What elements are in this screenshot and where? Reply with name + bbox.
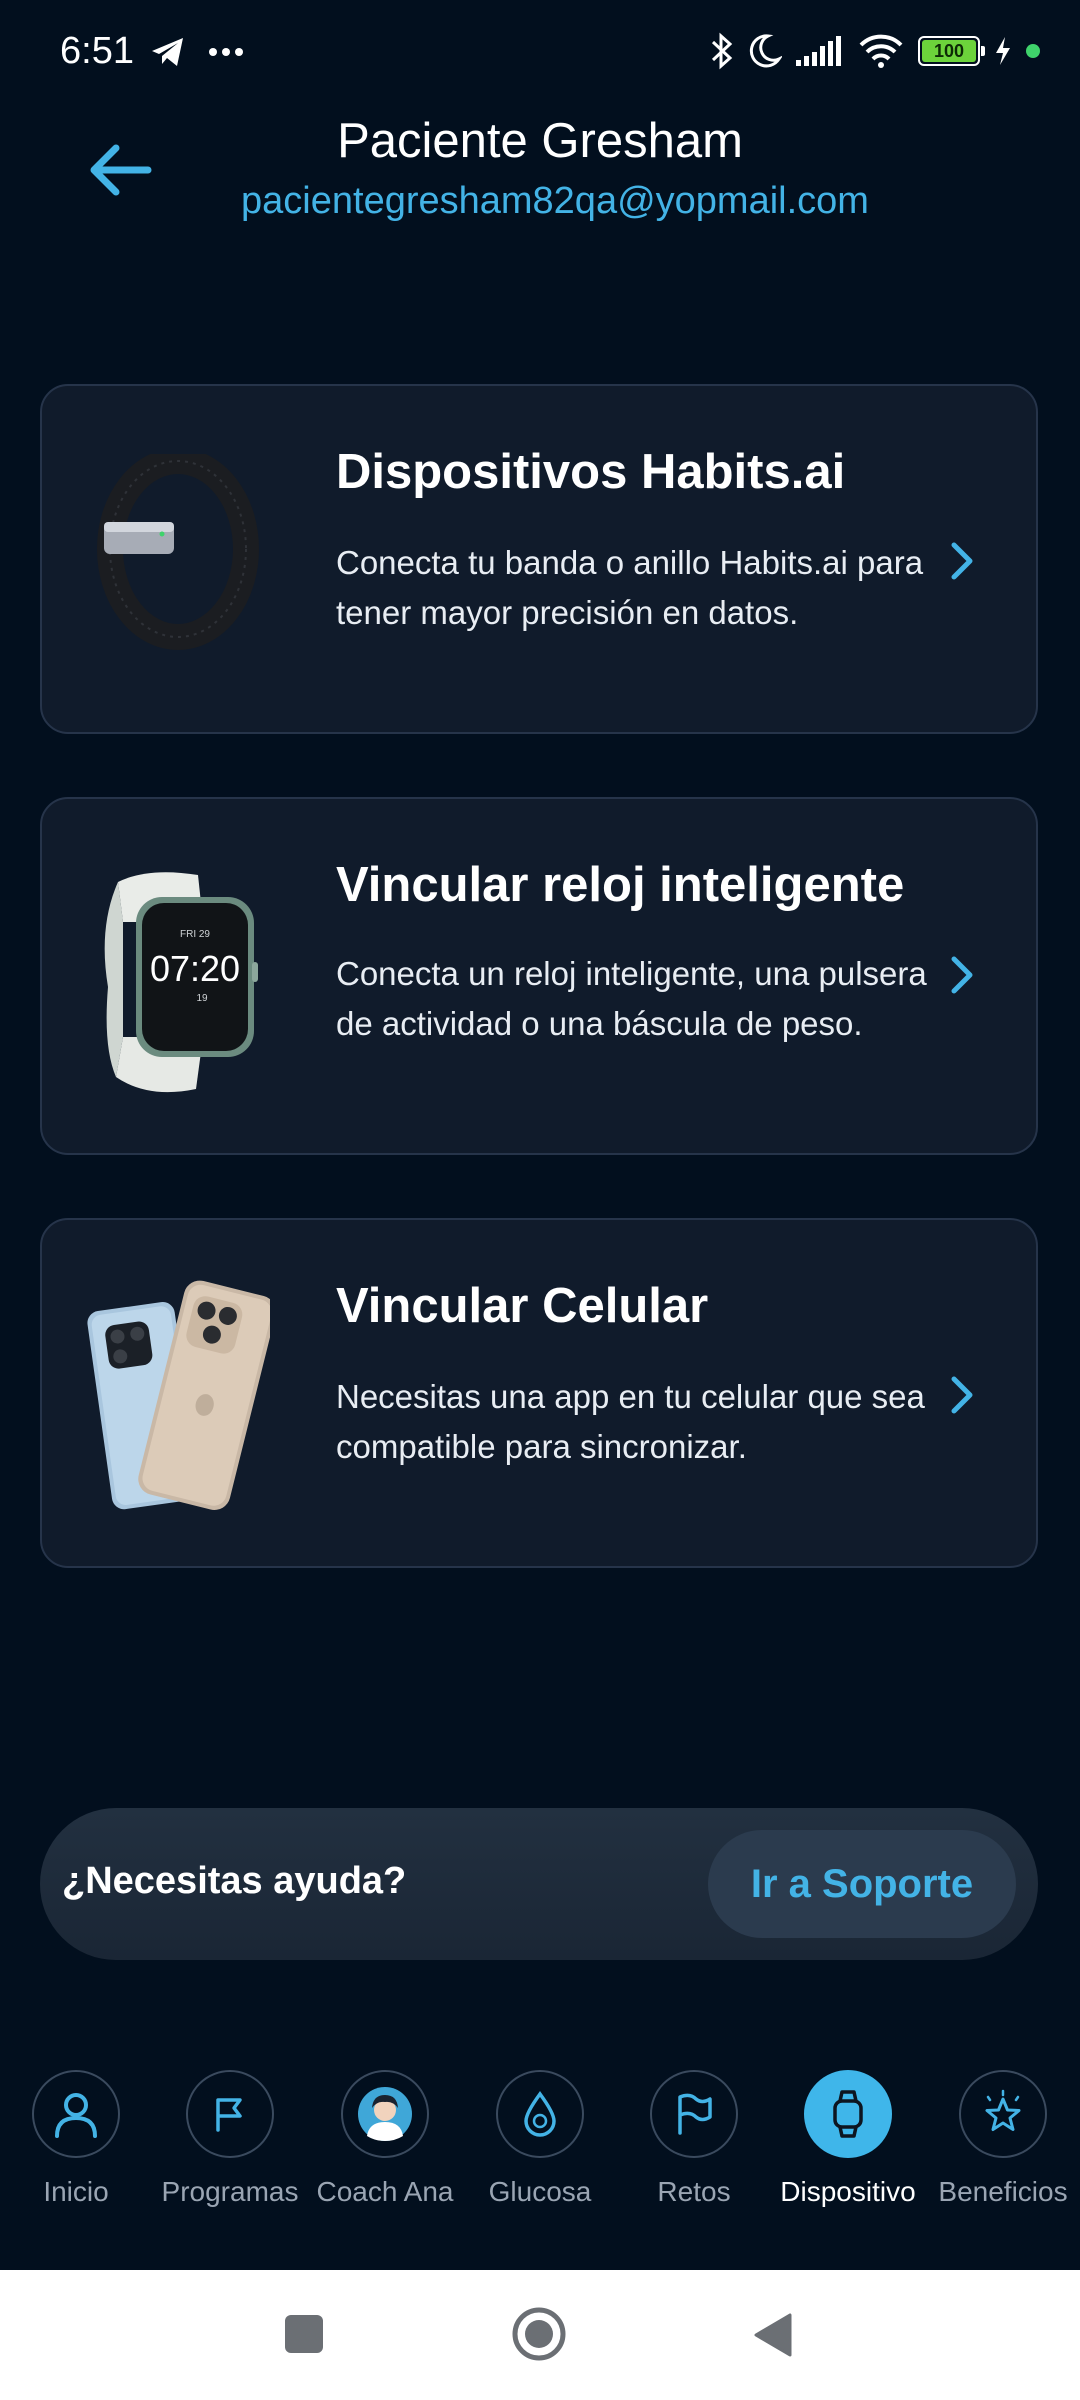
habits-band-image: [80, 448, 260, 659]
smartwatch-card[interactable]: FRI 29 07:20 19 Vincular reloj inteligen…: [40, 797, 1038, 1155]
nav-icon-container: [959, 2070, 1047, 2158]
patient-name: Paciente Gresham: [337, 114, 743, 168]
star-icon: [985, 2089, 1021, 2131]
watch-icon: [833, 2090, 863, 2138]
telegram-icon: [152, 38, 183, 66]
bluetooth-icon: [711, 32, 733, 70]
flag-icon: [216, 2098, 242, 2132]
nav-item-beneficios[interactable]: Beneficios: [928, 2068, 1078, 2208]
nav-label: Beneficios: [938, 2176, 1068, 2207]
more-dots-icon: [209, 48, 243, 56]
chevron-right-icon: [951, 1376, 973, 1414]
card-description: Conecta tu banda o anillo Habits.ai para…: [336, 544, 924, 631]
nav-item-retos[interactable]: Retos: [619, 2068, 769, 2208]
help-text: ¿Necesitas ayuda?: [62, 1860, 407, 1902]
nav-icon-container: [32, 2070, 120, 2158]
card-description: Conecta un reloj inteligente, una pulser…: [336, 955, 927, 1042]
habits-devices-card[interactable]: Dispositivos Habits.ai Conecta tu banda …: [40, 384, 1038, 734]
phone-card[interactable]: Vincular Celular Necesitas una app en tu…: [40, 1218, 1038, 1568]
nav-label: Retos: [657, 2176, 731, 2207]
back-nav-button[interactable]: [752, 2312, 794, 2363]
card-description: Necesitas una app en tu celular que sea …: [336, 1378, 925, 1465]
coach-avatar-icon: [358, 2087, 412, 2141]
android-nav-bar: [0, 2270, 1080, 2400]
nav-label: Coach Ana: [316, 2176, 454, 2207]
nav-icon-container: [341, 2070, 429, 2158]
signal-icon: [796, 36, 841, 66]
back-triangle-icon: [754, 2313, 792, 2357]
nav-label: Programas: [161, 2176, 299, 2207]
support-button[interactable]: Ir a Soporte: [708, 1830, 1016, 1938]
patient-email: pacientegresham82qa@yopmail.com: [241, 180, 869, 222]
nav-label: Inicio: [43, 2176, 109, 2207]
phone-image: [80, 1266, 276, 1531]
charging-icon: [996, 37, 1010, 65]
watch-steps: 19: [196, 993, 208, 1004]
green-dot-icon: [1026, 44, 1040, 58]
nav-item-coach-ana[interactable]: Coach Ana: [310, 2068, 460, 2208]
nav-item-dispositivo[interactable]: Dispositivo: [773, 2068, 923, 2208]
bottom-nav: Inicio Programas Coach Ana Glucosa Retos…: [0, 2068, 1080, 2268]
help-bar: ¿Necesitas ayuda? Ir a Soporte: [40, 1808, 1038, 1960]
status-time: 6:51: [60, 30, 134, 72]
status-left-icons: [150, 36, 244, 68]
watch-date: FRI 29: [180, 929, 210, 940]
nav-icon-container: [496, 2070, 584, 2158]
nav-item-programas[interactable]: Programas: [155, 2068, 305, 2208]
chevron-right-icon: [951, 956, 973, 994]
nav-icon-container-active: [804, 2070, 892, 2158]
status-right-icons: 100: [710, 32, 1040, 70]
battery-icon: 100: [918, 36, 985, 66]
home-button[interactable]: [511, 2306, 567, 2367]
flag-icon: [678, 2093, 712, 2135]
drop-icon: [524, 2091, 556, 2137]
moon-icon: [749, 34, 782, 68]
watch-time: 07:20: [150, 948, 240, 989]
card-title: Dispositivos Habits.ai: [336, 445, 846, 499]
nav-icon-container: [186, 2070, 274, 2158]
card-title: Vincular Celular: [336, 1279, 709, 1333]
recents-icon: [285, 2315, 323, 2353]
nav-item-glucosa[interactable]: Glucosa: [465, 2068, 615, 2208]
card-title: Vincular reloj inteligente: [336, 858, 905, 912]
nav-label-active: Dispositivo: [780, 2176, 916, 2207]
nav-item-inicio[interactable]: Inicio: [1, 2068, 151, 2208]
nav-label: Glucosa: [488, 2176, 592, 2207]
recents-button[interactable]: [284, 2314, 324, 2359]
nav-icon-container: [650, 2070, 738, 2158]
chevron-right-icon: [951, 542, 973, 580]
user-icon: [55, 2093, 97, 2138]
home-icon: [512, 2307, 566, 2361]
battery-level: 100: [922, 40, 976, 62]
wifi-icon: [859, 34, 903, 68]
status-bar: 6:51 100: [0, 0, 1080, 110]
smartwatch-image: FRI 29 07:20 19: [78, 867, 278, 1102]
